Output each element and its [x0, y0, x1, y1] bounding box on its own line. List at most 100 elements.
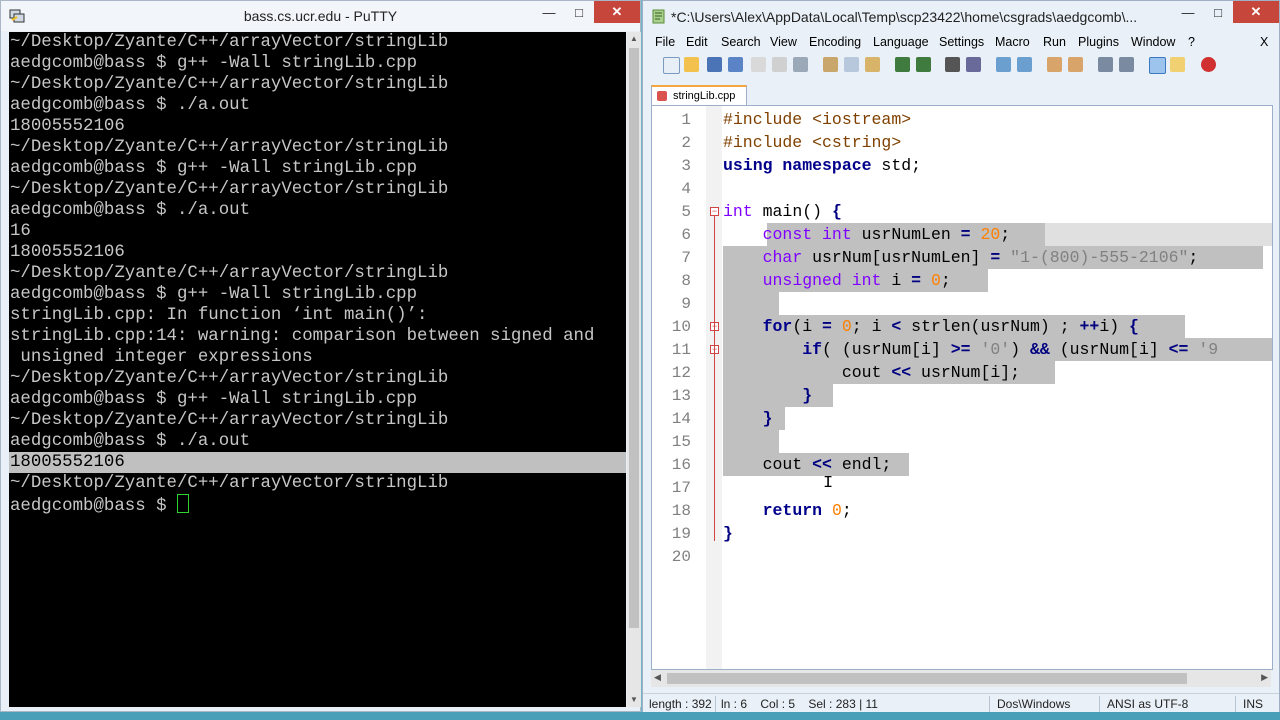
undo-icon[interactable]	[895, 57, 910, 72]
fold-toggle-icon[interactable]: −	[710, 207, 719, 216]
menu-file[interactable]: File	[655, 35, 675, 49]
code-line[interactable]: 8 unsigned int i = 0;	[652, 269, 1272, 292]
minimize-button[interactable]: —	[1173, 1, 1203, 23]
scroll-thumb[interactable]	[667, 673, 1187, 684]
line-number: 13	[671, 387, 691, 405]
save-icon[interactable]	[707, 57, 722, 72]
copy-icon[interactable]	[844, 57, 859, 72]
close-button[interactable]: ✕	[594, 1, 640, 23]
redo-icon[interactable]	[916, 57, 931, 72]
menu-search[interactable]: Search	[721, 35, 761, 49]
new-file-icon[interactable]	[663, 57, 680, 74]
menu-language[interactable]: Language	[873, 35, 929, 49]
menu-window[interactable]: Window	[1131, 35, 1175, 49]
code-line[interactable]: 15	[652, 430, 1272, 453]
paste-icon[interactable]	[865, 57, 880, 72]
code-line[interactable]: 12 cout << usrNum[i];	[652, 361, 1272, 384]
terminal-line: ~/Desktop/Zyante/C++/arrayVector/stringL…	[10, 411, 449, 430]
close-document-button[interactable]: X	[1260, 35, 1268, 49]
maximize-button[interactable]: □	[564, 1, 594, 23]
line-number: 3	[681, 157, 691, 175]
code-line[interactable]: 13 }	[652, 384, 1272, 407]
code-line[interactable]: 10 − for(i = 0; i < strlen(usrNum) ; ++i…	[652, 315, 1272, 338]
scroll-up-arrow-icon[interactable]: ▲	[627, 32, 641, 46]
menu-plugins[interactable]: Plugins	[1078, 35, 1119, 49]
code-line[interactable]: 1 #include <iostream>	[652, 108, 1272, 131]
editor-horizontal-scrollbar[interactable]: ◀ ▶	[651, 670, 1271, 687]
sync-vertical-icon[interactable]	[1047, 57, 1062, 72]
code-line[interactable]: 7 char usrNum[usrNumLen] = "1-(800)-555-…	[652, 246, 1272, 269]
tab-stringlib-cpp[interactable]: stringLib.cpp	[651, 85, 747, 105]
minimize-button[interactable]: —	[534, 1, 564, 23]
code-line[interactable]: 6 const int usrNumLen = 20;	[652, 223, 1272, 246]
scroll-left-arrow-icon[interactable]: ◀	[654, 672, 661, 683]
close-file-icon[interactable]	[751, 57, 766, 72]
open-file-icon[interactable]	[684, 57, 699, 72]
word-wrap-icon[interactable]	[1098, 57, 1113, 72]
print-icon[interactable]	[793, 57, 808, 72]
scroll-right-arrow-icon[interactable]: ▶	[1261, 672, 1268, 683]
replace-icon[interactable]	[966, 57, 981, 72]
code-line[interactable]: 14 }	[652, 407, 1272, 430]
save-all-icon[interactable]	[728, 57, 743, 72]
terminal-line: aedgcomb@bass $ g++ -Wall stringLib.cpp	[10, 159, 418, 178]
sync-horizontal-icon[interactable]	[1068, 57, 1083, 72]
code-text: char usrNum[usrNumLen] = "1-(800)-555-21…	[762, 248, 1199, 267]
find-icon[interactable]	[945, 57, 960, 72]
indent-guide-icon[interactable]	[1149, 57, 1166, 74]
code-text: for(i = 0; i < strlen(usrNum) ; ++i) {	[762, 317, 1139, 336]
terminal-line: ~/Desktop/Zyante/C++/arrayVector/stringL…	[10, 75, 449, 94]
terminal-area[interactable]: ~/Desktop/Zyante/C++/arrayVector/stringL…	[9, 32, 626, 707]
line-number: 20	[671, 548, 691, 566]
menu-macro[interactable]: Macro	[995, 35, 1030, 49]
code-line[interactable]: 20	[652, 545, 1272, 568]
code-editor[interactable]: 1 #include <iostream> 2 #include <cstrin…	[651, 105, 1273, 670]
terminal-prompt: aedgcomb@bass $	[10, 497, 177, 516]
putty-window[interactable]: bass.cs.ucr.edu - PuTTY — □ ✕ ~/Desktop/…	[0, 0, 641, 712]
menu-edit[interactable]: Edit	[686, 35, 708, 49]
minimize-icon: —	[1181, 4, 1195, 20]
code-text: #include <iostream>	[723, 110, 912, 129]
menu-settings[interactable]: Settings	[939, 35, 984, 49]
npp-titlebar[interactable]: *C:\Users\Alex\AppData\Local\Temp\scp234…	[643, 1, 1279, 33]
code-line[interactable]: 4	[652, 177, 1272, 200]
close-button[interactable]: ✕	[1233, 1, 1279, 23]
terminal-prompt-line[interactable]: aedgcomb@bass $	[9, 494, 626, 516]
line-number: 12	[671, 364, 691, 382]
menu-encoding[interactable]: Encoding	[809, 35, 861, 49]
code-line[interactable]: 2 #include <cstring>	[652, 131, 1272, 154]
line-number: 9	[681, 295, 691, 313]
code-line[interactable]: 17	[652, 476, 1272, 499]
code-line[interactable]: 11 − if( (usrNum[i] >= '0') && (usrNum[i…	[652, 338, 1272, 361]
show-all-chars-icon[interactable]	[1119, 57, 1134, 72]
code-line[interactable]: 16 cout << endl;	[652, 453, 1272, 476]
code-text: if( (usrNum[i] >= '0') && (usrNum[i] <= …	[802, 340, 1219, 359]
terminal-scrollbar[interactable]: ▲ ▼	[627, 32, 641, 707]
code-line[interactable]: 18 return 0;	[652, 499, 1272, 522]
code-line[interactable]: 3 using namespace std;	[652, 154, 1272, 177]
minimize-icon: —	[542, 4, 556, 20]
record-macro-icon[interactable]	[1201, 57, 1216, 72]
code-line[interactable]: 5 − int main() {	[652, 200, 1272, 223]
zoom-out-icon[interactable]	[1017, 57, 1032, 72]
menu-run[interactable]: Run	[1043, 35, 1066, 49]
terminal-line: aedgcomb@bass $ ./a.out	[10, 96, 251, 115]
notepad-app-icon[interactable]	[651, 8, 667, 24]
line-number: 15	[671, 433, 691, 451]
scroll-down-arrow-icon[interactable]: ▼	[627, 693, 641, 707]
zoom-in-icon[interactable]	[996, 57, 1011, 72]
menu-help[interactable]: ?	[1188, 35, 1195, 49]
code-line[interactable]: 9	[652, 292, 1272, 315]
code-line[interactable]: 19 }	[652, 522, 1272, 545]
terminal-line: aedgcomb@bass $ ./a.out	[10, 432, 251, 451]
maximize-button[interactable]: □	[1203, 1, 1233, 23]
notepad-plus-plus-window[interactable]: *C:\Users\Alex\AppData\Local\Temp\scp234…	[642, 0, 1280, 716]
terminal-line: aedgcomb@bass $ g++ -Wall stringLib.cpp	[10, 285, 418, 304]
putty-titlebar[interactable]: bass.cs.ucr.edu - PuTTY — □ ✕	[1, 1, 640, 31]
doc-map-icon[interactable]	[1170, 57, 1185, 72]
close-all-icon[interactable]	[772, 57, 787, 72]
line-number: 6	[681, 226, 691, 244]
scroll-thumb[interactable]	[629, 48, 639, 628]
cut-icon[interactable]	[823, 57, 838, 72]
menu-view[interactable]: View	[770, 35, 797, 49]
